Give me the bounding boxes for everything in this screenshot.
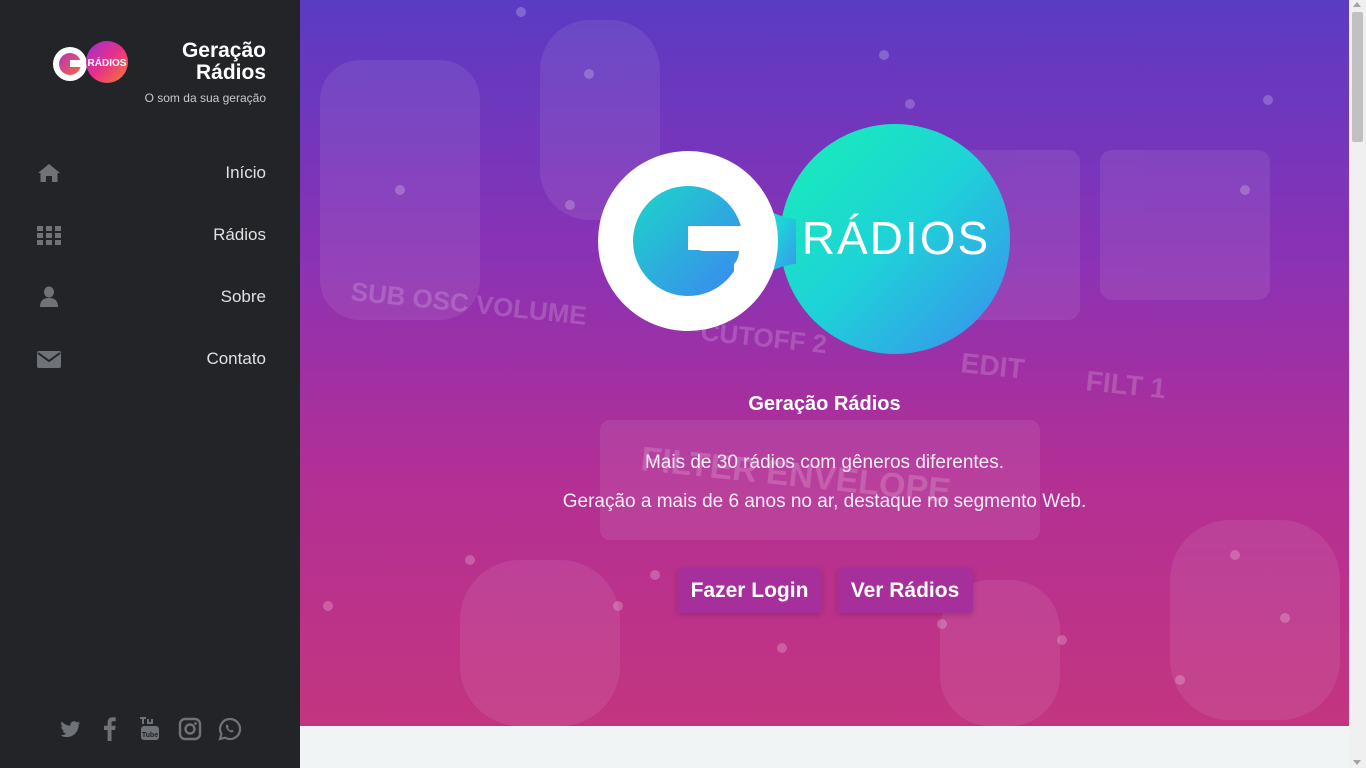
hero-description-line-2: Geração a mais de 6 anos no ar, destaque…: [562, 491, 1087, 512]
brand-logo-text: RÁDIOS: [88, 56, 127, 69]
instagram-icon[interactable]: [178, 717, 202, 741]
svg-text:Tube: Tube: [142, 732, 158, 739]
scroll-down-arrow-icon[interactable]: [1353, 760, 1361, 765]
sidebar-item-label: Rádios: [213, 225, 266, 244]
content-section: [300, 726, 1349, 768]
whatsapp-icon[interactable]: [218, 717, 242, 741]
grid-icon: [37, 226, 61, 245]
sidebar-item-label: Início: [225, 163, 266, 182]
youtube-icon[interactable]: Tube: [138, 717, 162, 741]
hero-title: Geração Rádios: [748, 393, 901, 415]
brand: RÁDIOS Geração Rádios O som da sua geraç…: [0, 0, 300, 120]
sidebar-item-label: Contato: [206, 349, 266, 368]
envelope-icon: [37, 351, 61, 368]
sidebar-item-contato[interactable]: Contato: [0, 328, 300, 390]
brand-title: Geração Rádios: [181, 39, 266, 84]
hero-description-line-1: Mais de 30 rádios com gêneros diferentes…: [644, 452, 1005, 473]
brand-tagline: O som da sua geração: [144, 91, 266, 105]
scroll-up-arrow-icon[interactable]: [1353, 2, 1361, 7]
page-scrollbar[interactable]: [1349, 0, 1366, 768]
hero-logo: RÁDIOS: [598, 124, 1010, 354]
sidebar-item-label: Sobre: [220, 287, 266, 306]
hero-section: SUB OSC VOLUME CUTOFF 2 EDIT FILT 1 FILT…: [300, 0, 1349, 726]
brand-logo[interactable]: RÁDIOS: [52, 40, 130, 86]
hero-background-image: SUB OSC VOLUME CUTOFF 2 EDIT FILT 1 FILT…: [320, 7, 1340, 726]
social-links: Tube: [58, 717, 248, 743]
facebook-icon[interactable]: [98, 717, 122, 741]
twitter-icon[interactable]: [58, 717, 82, 741]
sidebar-item-inicio[interactable]: Início: [0, 142, 300, 204]
home-icon: [38, 164, 60, 182]
sidebar-item-radios[interactable]: Rádios: [0, 204, 300, 266]
sidebar-item-sobre[interactable]: Sobre: [0, 266, 300, 328]
sidebar: RÁDIOS Geração Rádios O som da sua geraç…: [0, 0, 300, 768]
login-button[interactable]: Fazer Login: [677, 568, 822, 613]
sidebar-nav: Início Rádios Sobre Contato: [0, 142, 300, 390]
user-icon: [40, 286, 58, 307]
view-radios-button[interactable]: Ver Rádios: [837, 568, 973, 613]
hero-logo-text: RÁDIOS: [802, 212, 990, 264]
scroll-thumb[interactable]: [1352, 12, 1363, 142]
